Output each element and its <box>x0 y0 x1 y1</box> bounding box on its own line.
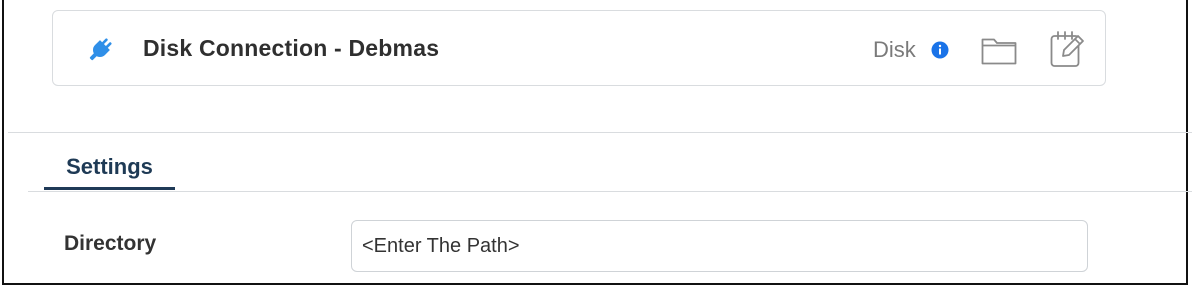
plug-icon <box>89 38 112 61</box>
tab-settings[interactable]: Settings <box>44 142 175 190</box>
connection-title: Disk Connection - Debmas <box>143 35 440 61</box>
directory-label: Directory <box>64 232 157 255</box>
connection-panel: Disk Connection - Debmas Disk Settings D… <box>2 0 1192 285</box>
connection-type-label: Disk <box>873 37 916 62</box>
folder-icon[interactable] <box>980 34 1018 66</box>
edit-note-icon[interactable] <box>1049 29 1085 69</box>
active-tab-indicator <box>44 187 175 190</box>
info-icon[interactable] <box>931 41 949 59</box>
directory-path-input[interactable] <box>351 220 1088 272</box>
tab-settings-label: Settings <box>66 154 153 179</box>
connection-header-card: Disk Connection - Debmas Disk <box>52 10 1106 86</box>
header-divider <box>8 132 1192 133</box>
tabs-divider <box>28 191 1192 192</box>
